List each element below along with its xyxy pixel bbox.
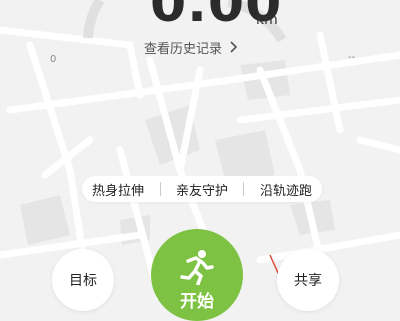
distance-unit: km [256, 12, 278, 28]
goal-button-label: 目标 [69, 273, 97, 289]
share-button[interactable]: 共享 [277, 249, 339, 311]
goal-button[interactable]: 目标 [52, 249, 114, 311]
side-stat-left: 0 [50, 54, 57, 65]
history-link-label: 查看历史记录 [144, 42, 223, 57]
mode-track-run-button[interactable]: 沿轨迹跑 [260, 180, 312, 199]
mode-guardian-button[interactable]: 亲友守护 [176, 180, 228, 199]
run-mode-bar: 热身拉伸 亲友守护 沿轨迹跑 [82, 176, 322, 202]
mode-warmup-button[interactable]: 热身拉伸 [92, 180, 144, 199]
divider [159, 182, 161, 196]
running-person-icon [180, 250, 214, 285]
history-link[interactable]: 查看历史记录 [144, 38, 238, 57]
side-stat-right: -- [348, 52, 356, 63]
chevron-right-icon [230, 39, 238, 57]
divider [243, 182, 245, 196]
start-button[interactable]: 开始 [151, 229, 243, 321]
share-button-label: 共享 [294, 273, 322, 289]
